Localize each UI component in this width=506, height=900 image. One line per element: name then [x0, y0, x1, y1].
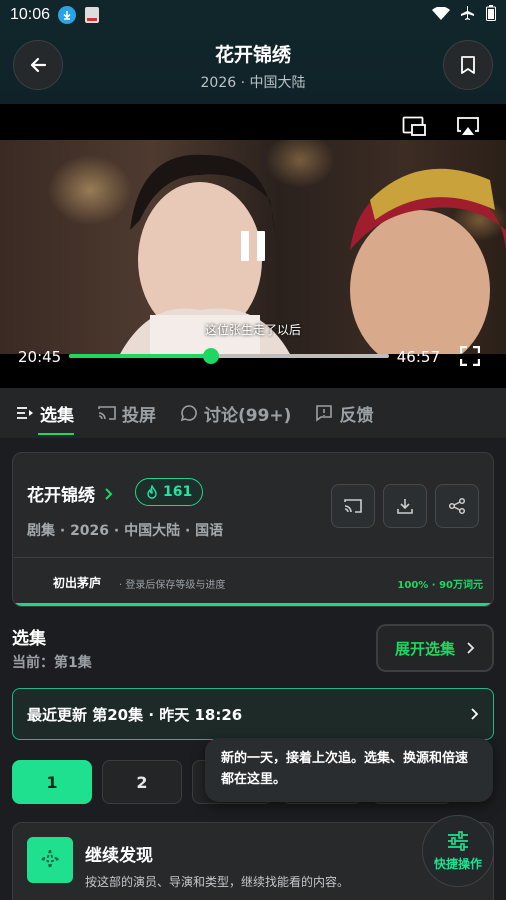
- share-button[interactable]: [435, 484, 479, 528]
- heat-count: 161: [163, 484, 193, 500]
- progress-fill: [69, 354, 212, 358]
- tab-label: 投屏: [122, 405, 156, 426]
- discover-title: 继续发现: [85, 846, 153, 866]
- airplay-icon[interactable]: [456, 116, 480, 140]
- divider: [13, 557, 493, 558]
- detail-tabs: 选集 投屏 讨论(99+) 反馈: [0, 388, 506, 438]
- quick-actions-button[interactable]: 快捷操作: [422, 815, 494, 887]
- subtitle-caption: 这位张生走了以后: [204, 323, 301, 337]
- latest-update-bar[interactable]: 最近更新 第20集 · 昨天 18:26: [12, 688, 494, 740]
- chevron-right-icon: [105, 487, 113, 500]
- page-title: 花开锦绣: [214, 44, 291, 66]
- quick-actions-label: 快捷操作: [433, 856, 482, 871]
- download-icon: [397, 499, 413, 514]
- latest-update-text: 最近更新 第20集 · 昨天 18:26: [27, 705, 243, 724]
- episodes-section-title: 选集: [12, 629, 46, 649]
- episodes-icon: [17, 407, 33, 419]
- page-subtitle: 2026 · 中国大陆: [200, 75, 306, 91]
- flame-icon: [147, 485, 157, 499]
- airplane-icon: [460, 5, 476, 25]
- cast-icon: [98, 406, 116, 420]
- tab-label: 讨论(99+): [204, 405, 292, 426]
- total-time: 46:57: [396, 348, 440, 366]
- discover-card[interactable]: 继续发现 按这部的演员、导演和类型，继续找能看的内容。: [12, 822, 494, 900]
- discover-description: 按这部的演员、导演和类型，继续找能看的内容。: [85, 875, 350, 889]
- app-notification-icon: [84, 6, 100, 24]
- onboarding-tooltip: 新的一天，接着上次追。选集、换源和倍速都在这里。: [205, 738, 493, 802]
- progress-bar[interactable]: [69, 348, 389, 364]
- share-icon: [448, 497, 466, 515]
- tab-discussion[interactable]: 讨论(99+): [180, 388, 291, 438]
- show-info-card: 花开锦绣 161 剧集 · 2026 · 中国大陆 · 国语 初出茅庐 · 登录…: [12, 452, 494, 607]
- level-progress-bar: [13, 603, 493, 606]
- sliders-icon: [448, 830, 468, 851]
- status-time: 10:06: [10, 6, 51, 23]
- level-name: 初出茅庐: [53, 576, 102, 590]
- chevron-right-icon: [471, 708, 479, 720]
- cast-icon: [344, 499, 362, 513]
- tab-label: 选集: [40, 405, 74, 426]
- episode-button[interactable]: 2: [102, 760, 182, 804]
- fullscreen-icon[interactable]: [459, 345, 481, 370]
- progress-handle[interactable]: [203, 348, 220, 364]
- header: 花开锦绣 2026 · 中国大陆: [0, 30, 506, 104]
- comment-icon: [180, 405, 197, 422]
- show-title: 花开锦绣: [27, 486, 95, 506]
- cast-button[interactable]: [331, 484, 375, 528]
- download-button[interactable]: [383, 484, 427, 528]
- episode-button[interactable]: 1: [12, 760, 92, 804]
- download-status-icon: [58, 6, 77, 24]
- current-episode: 当前：第1集: [12, 655, 92, 671]
- current-time: 20:45: [18, 348, 62, 366]
- level-progress: 100% · 90万词元: [397, 580, 483, 591]
- show-title-link[interactable]: 花开锦绣: [27, 481, 113, 506]
- video-player[interactable]: 这位张生走了以后 20:45 46:57: [0, 104, 506, 388]
- pause-button[interactable]: [241, 231, 265, 261]
- tab-episodes[interactable]: 选集: [16, 388, 74, 438]
- chevron-right-icon: [467, 642, 475, 654]
- bookmark-button[interactable]: [443, 40, 493, 90]
- battery-icon: [486, 5, 496, 25]
- status-bar: 10:06: [0, 0, 506, 30]
- feedback-icon: [316, 405, 333, 422]
- tab-cast[interactable]: 投屏: [98, 388, 156, 438]
- pip-icon[interactable]: [402, 116, 426, 140]
- bookmark-icon: [461, 56, 475, 74]
- expand-label: 展开选集: [394, 639, 455, 658]
- tab-feedback[interactable]: 反馈: [315, 388, 373, 438]
- level-hint: · 登录后保存等级与进度: [119, 580, 226, 591]
- sparkle-icon: [27, 837, 73, 883]
- wifi-icon: [432, 5, 450, 25]
- show-meta: 剧集 · 2026 · 中国大陆 · 国语: [27, 523, 224, 539]
- heat-badge: 161: [135, 478, 204, 506]
- tab-label: 反馈: [339, 405, 374, 426]
- expand-episodes-button[interactable]: 展开选集: [376, 624, 494, 672]
